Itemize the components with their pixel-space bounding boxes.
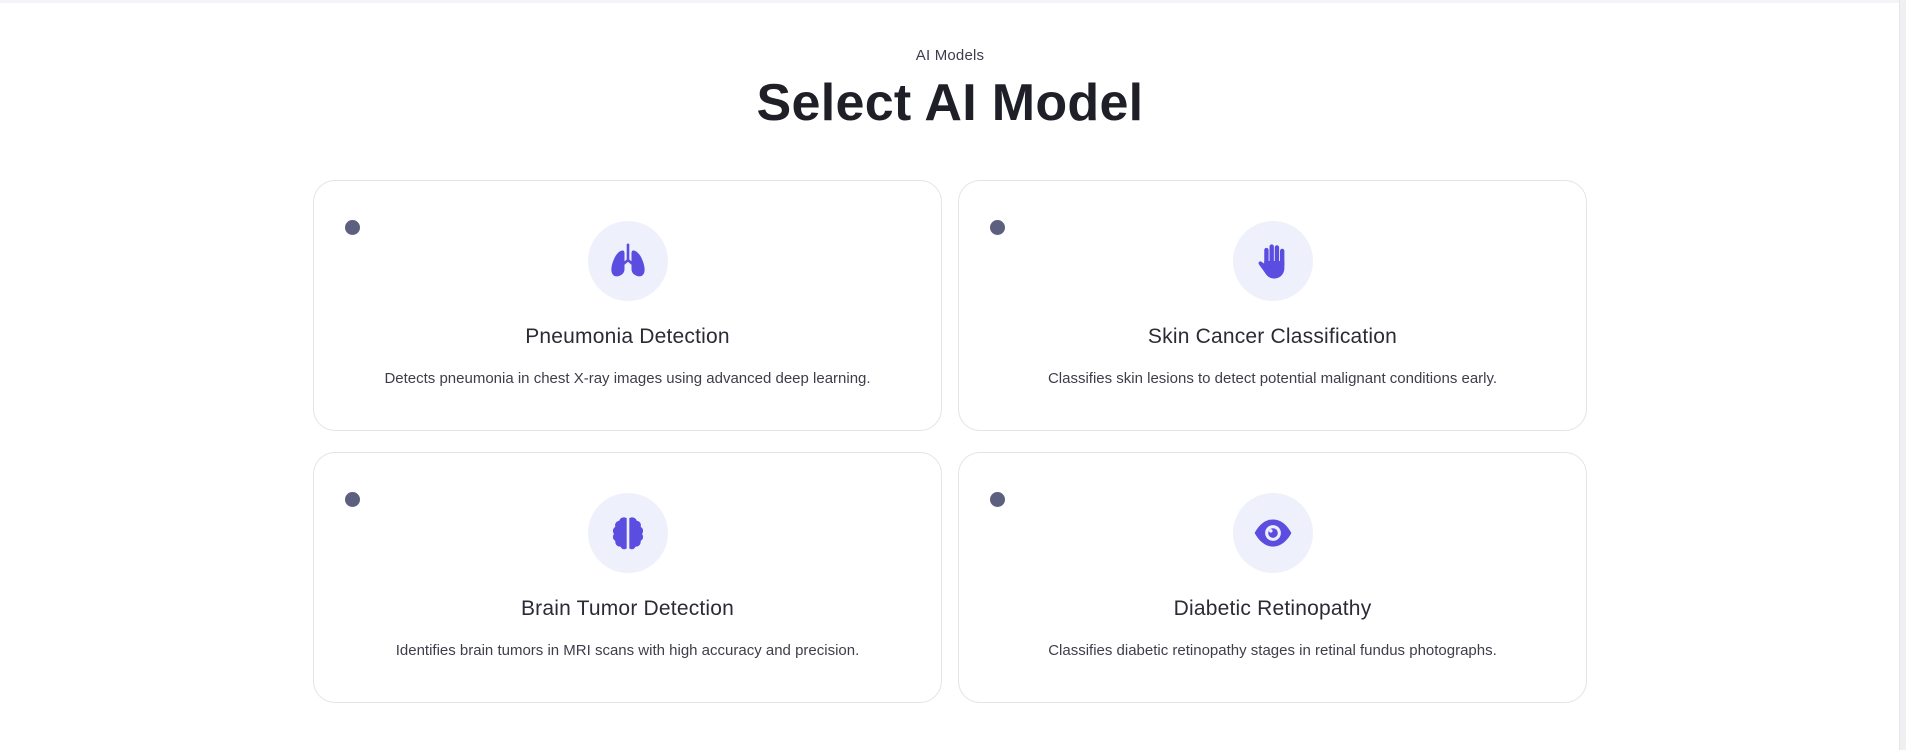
lungs-icon [587,221,668,301]
page-title: Select AI Model [756,74,1144,132]
brain-icon [587,493,668,573]
section-eyebrow: AI Models [915,47,985,64]
model-title: Diabetic Retinopathy [1173,597,1372,620]
ai-model-selection-page: AI Models Select AI Model Pneumonia Dete… [0,0,1900,750]
model-select-radio[interactable] [345,220,360,235]
model-select-radio[interactable] [990,492,1005,507]
model-description: Classifies diabetic retinopathy stages i… [1048,642,1497,659]
model-card-grid: Pneumonia Detection Detects pneumonia in… [313,180,1588,703]
model-card-diabetic-retinopathy[interactable]: Diabetic Retinopathy Classifies diabetic… [958,452,1587,703]
model-description: Detects pneumonia in chest X-ray images … [384,370,871,387]
model-select-radio[interactable] [345,492,360,507]
hand-icon [1232,221,1313,301]
scrollbar[interactable] [1899,0,1906,750]
model-card-brain-tumor[interactable]: Brain Tumor Detection Identifies brain t… [313,452,942,703]
model-description: Classifies skin lesions to detect potent… [1047,370,1498,387]
model-title: Skin Cancer Classification [1147,325,1398,348]
eye-icon [1232,493,1313,573]
model-card-skin-cancer[interactable]: Skin Cancer Classification Classifies sk… [958,180,1587,431]
model-title: Pneumonia Detection [525,325,730,348]
model-title: Brain Tumor Detection [520,597,735,620]
model-card-pneumonia[interactable]: Pneumonia Detection Detects pneumonia in… [313,180,942,431]
section-header: AI Models Select AI Model [0,47,1900,132]
model-select-radio[interactable] [990,220,1005,235]
model-description: Identifies brain tumors in MRI scans wit… [395,642,860,659]
